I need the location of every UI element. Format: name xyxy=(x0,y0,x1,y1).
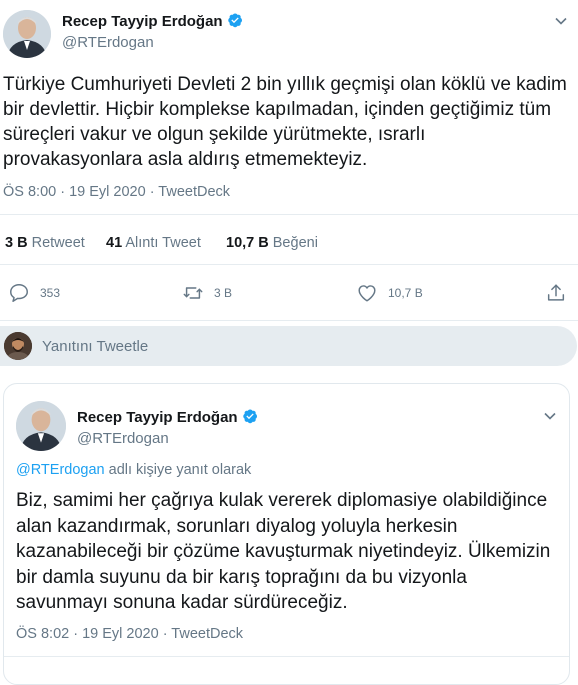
reply-count: 353 xyxy=(40,286,61,300)
author-name[interactable]: Recep Tayyip Erdoğan xyxy=(62,13,223,30)
tweet-options-chevron-down-icon[interactable] xyxy=(554,14,568,33)
reply-bubble-icon xyxy=(10,284,28,302)
reply-placeholder[interactable]: Yanıtını Tweetle xyxy=(42,338,148,355)
verified-badge-icon xyxy=(242,408,258,429)
retweet-stat-count: 3 B xyxy=(5,235,28,251)
like-count: 10,7 B xyxy=(388,286,423,300)
share-button[interactable] xyxy=(545,282,577,304)
quote-stat[interactable]: 41 Alıntı Tweet xyxy=(106,235,201,251)
divider xyxy=(4,656,569,657)
divider xyxy=(0,320,578,321)
reply-author-name[interactable]: Recep Tayyip Erdoğan xyxy=(77,409,238,426)
author-handle[interactable]: @RTErdogan xyxy=(62,34,154,51)
author-avatar[interactable] xyxy=(3,10,51,58)
avatar-portrait-icon xyxy=(3,10,51,58)
user-avatar-icon xyxy=(4,332,32,360)
quote-stat-label: Alıntı Tweet xyxy=(125,235,201,251)
divider xyxy=(0,264,578,265)
like-stat-label: Beğeni xyxy=(272,235,318,251)
user-avatar xyxy=(4,332,32,360)
replying-to-text: adlı kişiye yanıt olarak xyxy=(108,462,252,478)
divider xyxy=(0,214,578,215)
retweet-button[interactable]: 3 B xyxy=(182,282,232,304)
quote-stat-count: 41 xyxy=(106,235,123,251)
like-button[interactable]: 10,7 B xyxy=(356,282,423,304)
replying-to: @RTErdogan adlı kişiye yanıt olarak xyxy=(16,462,251,478)
reply-author-avatar[interactable] xyxy=(16,401,66,451)
replying-to-handle-link[interactable]: @RTErdogan xyxy=(16,462,105,478)
share-icon xyxy=(547,284,565,301)
reply-options-chevron-down-icon[interactable] xyxy=(543,409,557,428)
reply-tweet-text: Biz, samimi her çağrıya kulak vererek di… xyxy=(16,490,551,613)
retweet-count: 3 B xyxy=(214,286,233,300)
like-stat[interactable]: 10,7 B Beğeni xyxy=(226,235,318,251)
reply-author-handle[interactable]: @RTErdogan xyxy=(77,430,169,447)
verified-badge-icon xyxy=(227,12,243,33)
reply-composer[interactable]: Yanıtını Tweetle xyxy=(0,326,577,366)
retweet-stat[interactable]: 3 B Retweet xyxy=(5,235,85,251)
reply-button[interactable]: 353 xyxy=(8,282,60,304)
reply-tweet-timestamp[interactable]: ÖS 8:02 · 19 Eyl 2020 · TweetDeck xyxy=(16,626,243,642)
avatar-portrait-icon xyxy=(16,401,66,451)
retweet-arrows-icon xyxy=(183,287,203,299)
retweet-stat-label: Retweet xyxy=(31,235,85,251)
tweet-timestamp[interactable]: ÖS 8:00 · 19 Eyl 2020 · TweetDeck xyxy=(3,184,230,200)
tweet-text: Türkiye Cumhuriyeti Devleti 2 bin yıllık… xyxy=(3,74,567,170)
like-stat-count: 10,7 B xyxy=(226,235,269,251)
reply-tweet-card[interactable]: Recep Tayyip Erdoğan @RTErdogan @RTErdog… xyxy=(3,383,570,685)
heart-icon xyxy=(358,285,376,302)
